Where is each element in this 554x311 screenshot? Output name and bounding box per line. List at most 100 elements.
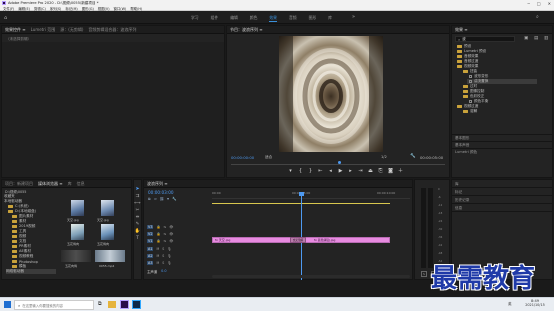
- solo-icon[interactable]: S: [162, 254, 164, 258]
- transition-cross-dissolve[interactable]: 交叉溶解: [290, 237, 306, 243]
- wrench-icon[interactable]: 🔧: [410, 154, 416, 159]
- mark-in-icon[interactable]: {: [297, 168, 304, 174]
- effects-tree-item[interactable]: 溶解: [463, 109, 477, 114]
- step-back-icon[interactable]: ◂: [327, 168, 334, 174]
- tab-source[interactable]: 源：(无剪辑): [60, 27, 83, 33]
- yuv-effects-icon[interactable]: ▥: [544, 36, 548, 41]
- hand-tool-icon[interactable]: ✋: [135, 229, 141, 234]
- effects-search[interactable]: ⌕ 波: [455, 36, 515, 42]
- pen-tool-icon[interactable]: ✎: [136, 222, 140, 227]
- snap-icon[interactable]: ⊃: [154, 197, 157, 201]
- razor-tool-icon[interactable]: ✂: [136, 208, 140, 213]
- workspace-effects[interactable]: 效果: [269, 15, 277, 22]
- photoshop-taskbar-icon[interactable]: [132, 300, 141, 309]
- program-timecode[interactable]: 00:00:00:00: [231, 155, 254, 160]
- maximize-icon[interactable]: □: [537, 1, 541, 6]
- program-scrubber[interactable]: [231, 161, 445, 165]
- tab-audio-clip-mixer[interactable]: 音频剪辑混合器：波浪序列: [88, 27, 136, 33]
- eye-icon[interactable]: 👁: [169, 239, 173, 243]
- file-explorer-icon[interactable]: [108, 301, 116, 308]
- menu-file[interactable]: 文件(F): [3, 6, 14, 11]
- home-icon[interactable]: ⌂: [4, 15, 7, 21]
- new-preset-bin-icon[interactable]: ▣: [524, 36, 528, 41]
- sync-icon[interactable]: ⇆: [163, 239, 166, 243]
- playhead-handle-icon[interactable]: [299, 192, 304, 196]
- eye-icon[interactable]: 👁: [169, 225, 173, 229]
- taskbar-search-input[interactable]: 在这里输入你要搜索的内容: [22, 303, 63, 308]
- timeline-settings-icon[interactable]: 🔧: [172, 197, 176, 201]
- play-icon[interactable]: ▶: [337, 168, 344, 174]
- timeline-ruler[interactable]: 00:00 00:00:05:00 00:00:10:00: [212, 190, 410, 204]
- tab-libraries[interactable]: 库: [68, 181, 72, 187]
- section-essential-graphics[interactable]: 基本图形: [452, 134, 552, 141]
- lock-icon[interactable]: 🔒: [156, 232, 160, 236]
- lift-icon[interactable]: ⏏: [367, 168, 374, 174]
- track-select-icon[interactable]: ⇉: [136, 194, 140, 199]
- add-marker-icon[interactable]: ▾: [287, 168, 294, 174]
- nest-icon[interactable]: ⧉: [148, 197, 151, 201]
- mute-icon[interactable]: M: [156, 254, 159, 258]
- media-thumbnail[interactable]: [101, 200, 114, 216]
- close-icon[interactable]: ✕: [548, 1, 551, 6]
- menu-window[interactable]: 窗口(W): [114, 6, 127, 11]
- video-clip[interactable]: fx 蓝色湖泊.jpg: [295, 237, 390, 243]
- tab-program-monitor[interactable]: 节目：波浪序列 ≡: [230, 27, 263, 33]
- master-track[interactable]: 主声道 0.0: [147, 268, 209, 274]
- media-thumbnail[interactable]: [95, 250, 125, 262]
- mic-icon[interactable]: 🎙: [167, 261, 171, 265]
- folder-row-selected[interactable]: 网络驱动器: [6, 269, 56, 274]
- section-libraries[interactable]: 库: [452, 180, 552, 188]
- mute-icon[interactable]: M: [156, 247, 159, 251]
- step-forward-icon[interactable]: ▸: [347, 168, 354, 174]
- taskbar-search[interactable]: ⌕ 在这里输入你要搜索的内容: [14, 300, 94, 310]
- tab-effects[interactable]: 效果 ≡: [455, 27, 468, 33]
- media-thumbnail[interactable]: [101, 224, 114, 240]
- track-header-v3[interactable]: V3 🔒 ⇆ 👁: [147, 224, 209, 230]
- lock-icon[interactable]: 🔒: [156, 239, 160, 243]
- section-lumetri-color[interactable]: Lumetri 颜色: [452, 148, 552, 155]
- resolution-dropdown[interactable]: 1/2: [381, 155, 387, 159]
- export-frame-icon[interactable]: ◙: [387, 168, 394, 174]
- menu-sequence[interactable]: 序列(S): [50, 6, 62, 11]
- menu-edit[interactable]: 编辑(E): [18, 6, 30, 11]
- mark-out-icon[interactable]: }: [307, 168, 314, 174]
- media-thumbnail[interactable]: [71, 200, 84, 216]
- workspace-learn[interactable]: 学习: [191, 15, 199, 22]
- solo-icon[interactable]: S: [162, 261, 164, 265]
- track-header-v1[interactable]: V1 🔒 ⇆ 👁: [147, 238, 209, 244]
- timeline-scrollbar[interactable]: [212, 275, 410, 278]
- type-tool-icon[interactable]: T: [136, 236, 139, 241]
- ripple-edit-icon[interactable]: ⟷: [134, 201, 140, 206]
- menu-clip[interactable]: 剪辑(C): [34, 6, 46, 11]
- solo-icon[interactable]: S: [162, 247, 164, 251]
- linked-selection-icon[interactable]: ⛓: [160, 197, 165, 201]
- track-header-v2[interactable]: V2 🔒 ⇆ 👁: [147, 231, 209, 237]
- tab-sequence[interactable]: 波浪序列 ≡: [147, 181, 168, 187]
- minimize-icon[interactable]: ─: [527, 1, 529, 6]
- mic-icon[interactable]: 🎙: [167, 247, 171, 251]
- go-to-out-icon[interactable]: ⇥: [357, 168, 364, 174]
- fit-dropdown[interactable]: 适合: [265, 155, 272, 160]
- tab-info[interactable]: 信息: [77, 181, 85, 187]
- workspace-audio[interactable]: 音频: [289, 15, 297, 22]
- playhead-marker[interactable]: [338, 161, 341, 164]
- menu-help[interactable]: 帮助(H): [130, 6, 142, 11]
- video-clip[interactable]: fx 天空.jpg: [212, 237, 295, 243]
- tab-lumetri-scopes[interactable]: Lumetri 范围: [31, 27, 56, 33]
- workspace-graphics[interactable]: 图形: [309, 15, 317, 22]
- menu-graphics[interactable]: 图形(G): [82, 6, 94, 11]
- lang-indicator[interactable]: 英: [508, 302, 512, 307]
- solo-left-button[interactable]: S: [421, 271, 427, 277]
- tab-effect-controls[interactable]: 效果控件 ≡: [5, 27, 26, 33]
- task-view-icon[interactable]: ⧉: [98, 301, 102, 307]
- effects-tree-item-selected[interactable]: 湍流置换: [467, 79, 537, 84]
- add-marker-icon[interactable]: ▾: [167, 197, 169, 201]
- selection-tool-icon[interactable]: ➤: [135, 186, 139, 192]
- go-to-in-icon[interactable]: ⇤: [317, 168, 324, 174]
- mute-icon[interactable]: M: [156, 261, 159, 265]
- sequence-timecode[interactable]: 00:00:03:00: [148, 190, 174, 195]
- windows-start-icon[interactable]: [4, 301, 11, 308]
- section-info[interactable]: 信息: [452, 204, 552, 212]
- lock-icon[interactable]: 🔒: [156, 225, 160, 229]
- effects-search-input[interactable]: 波: [462, 37, 466, 42]
